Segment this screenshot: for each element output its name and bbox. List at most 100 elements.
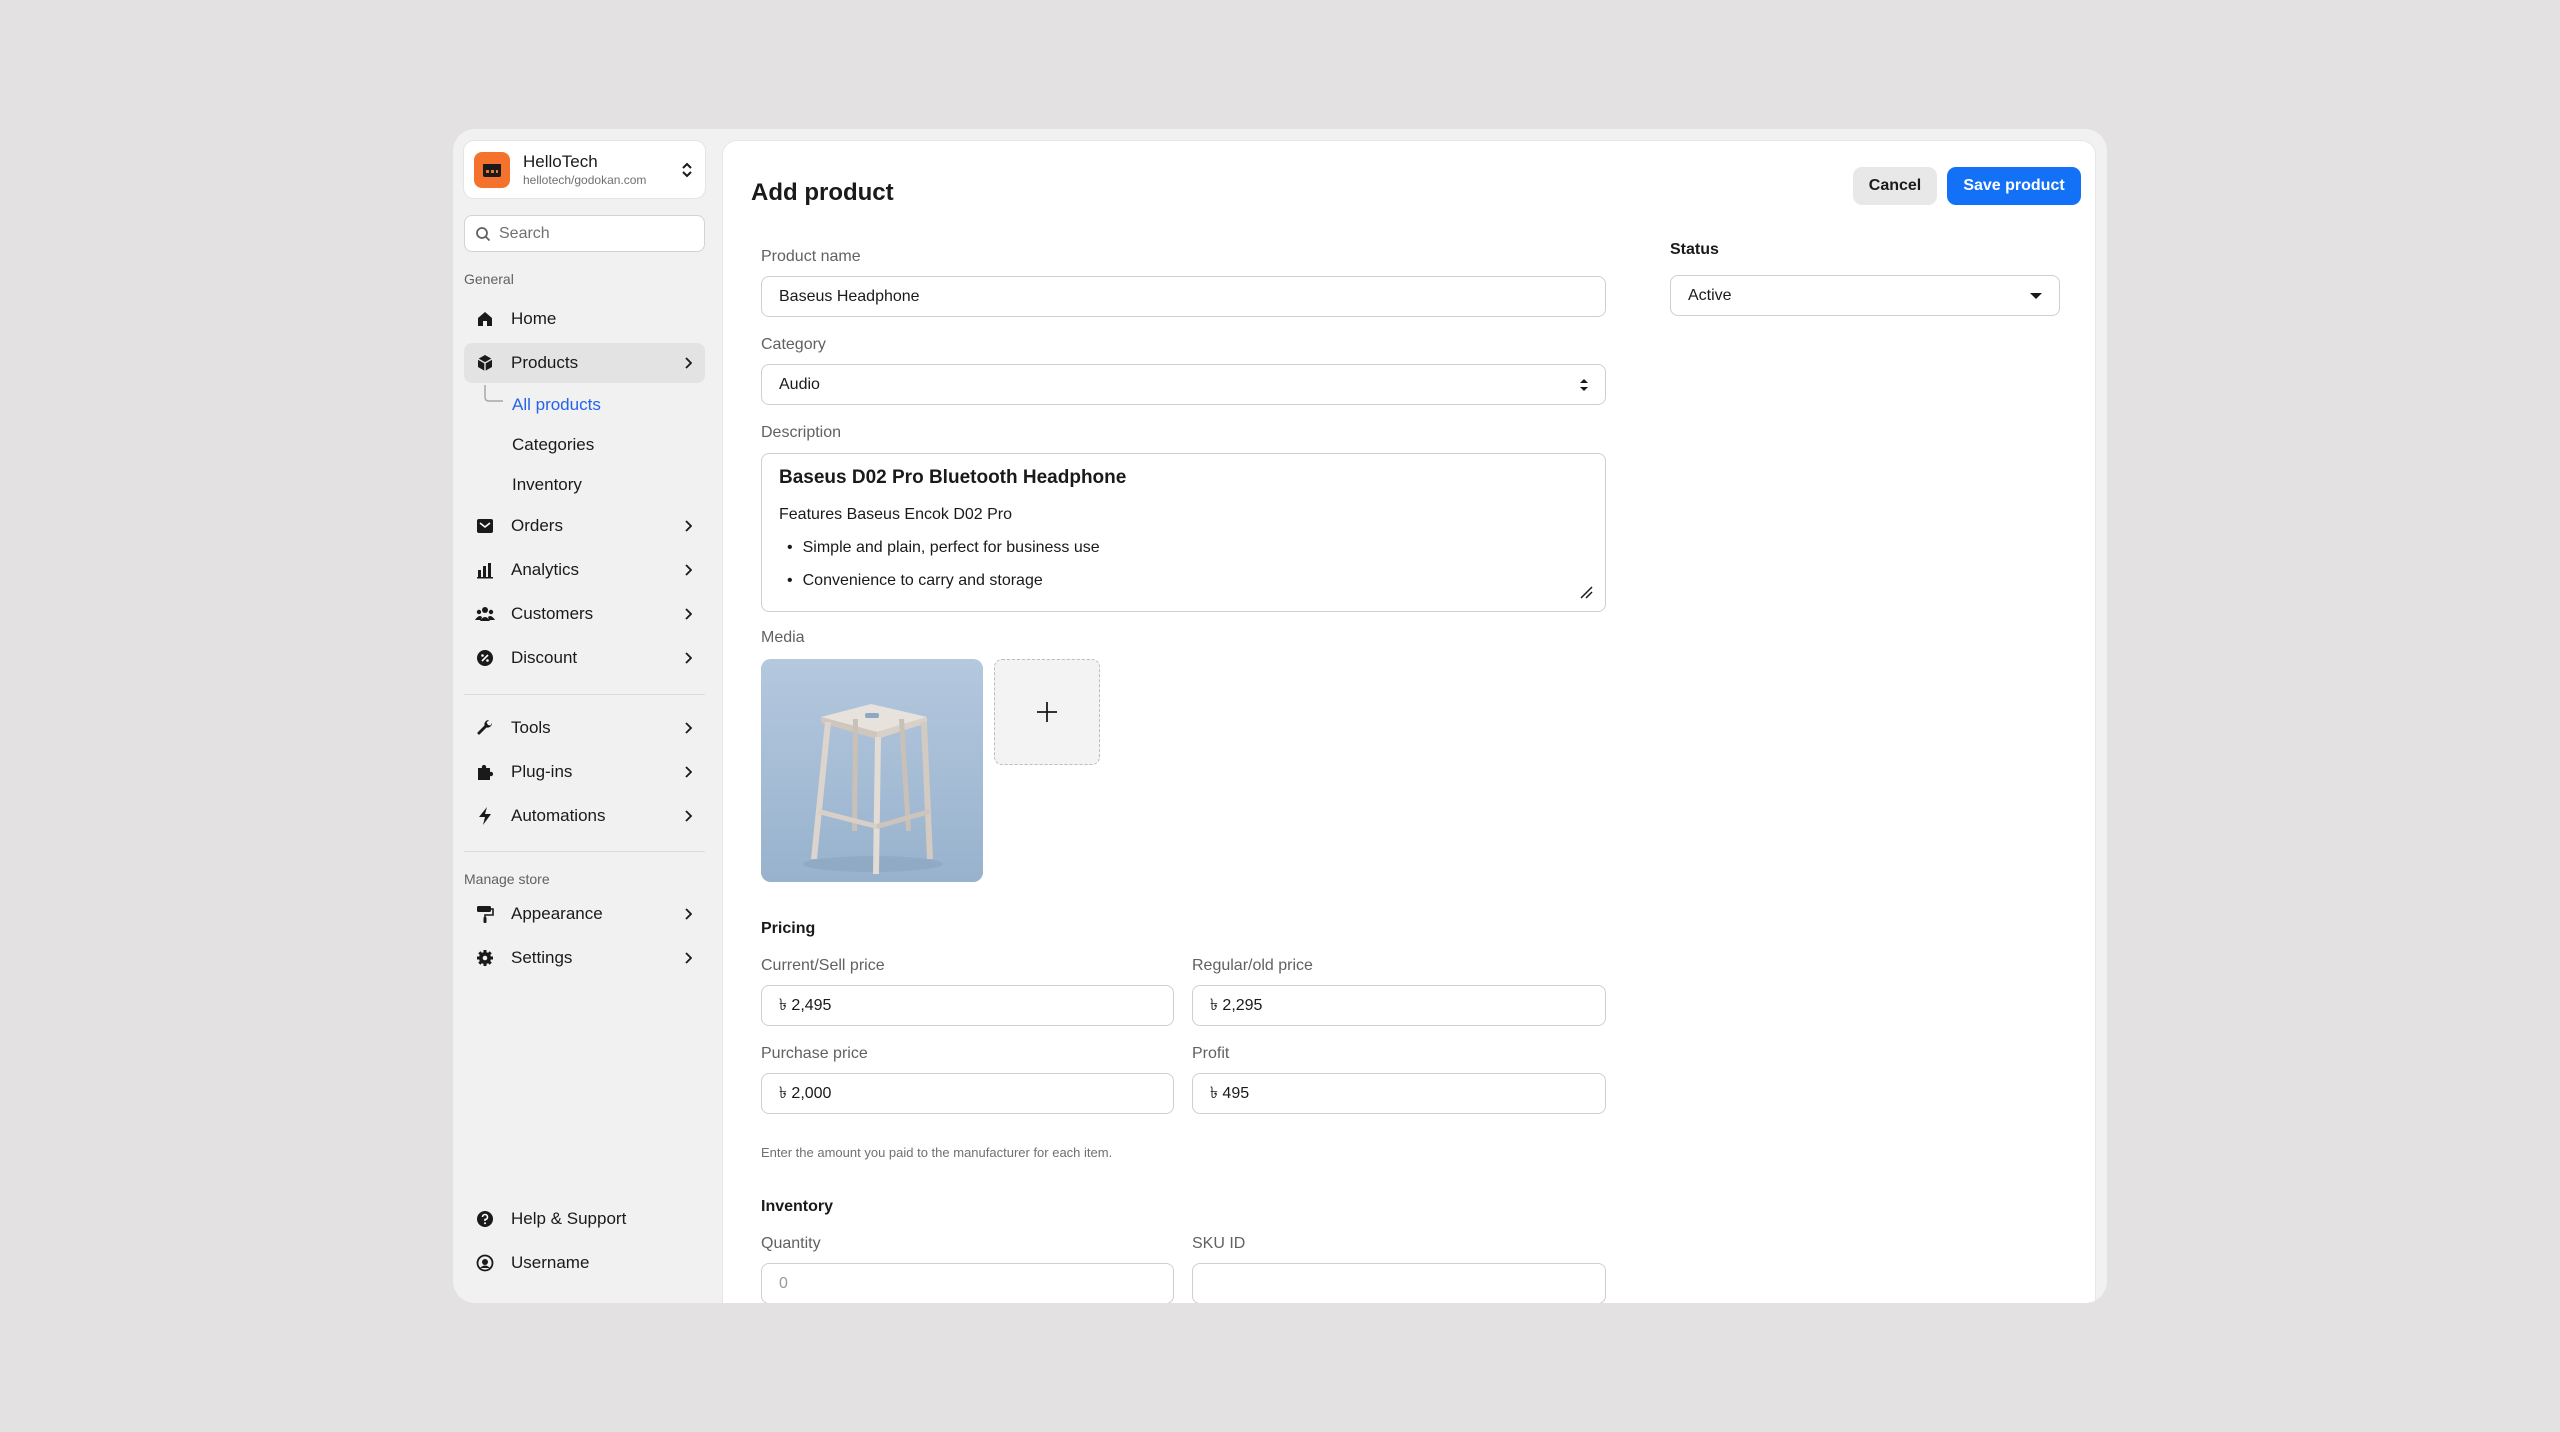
sidebar-item-label: Discount bbox=[511, 648, 578, 667]
store-url: hellotech/godokan.com bbox=[523, 172, 647, 187]
sidebar-item-label: Username bbox=[511, 1253, 590, 1272]
sidebar-item-automations[interactable]: Automations bbox=[464, 796, 705, 836]
user-circle-icon bbox=[474, 1252, 496, 1274]
sidebar-item-orders[interactable]: Orders bbox=[464, 506, 705, 546]
chevron-right-icon bbox=[681, 356, 695, 370]
sidebar-subitem-inventory[interactable]: Inventory bbox=[512, 475, 582, 495]
sidebar-item-customers[interactable]: Customers bbox=[464, 594, 705, 634]
sidebar-item-label: Tools bbox=[511, 718, 551, 737]
section-label-manage-store: Manage store bbox=[464, 871, 550, 887]
category-value: Audio bbox=[779, 375, 820, 393]
purchase-price-value: ৳ 2,000 bbox=[779, 1085, 832, 1102]
sidebar-item-username[interactable]: Username bbox=[464, 1243, 705, 1283]
sidebar-item-label: Appearance bbox=[511, 904, 603, 923]
description-line: Features Baseus Encok D02 Pro bbox=[779, 506, 1013, 523]
sidebar-subitem-all-products[interactable]: All products bbox=[512, 395, 601, 415]
profit-input[interactable]: ৳ 495 bbox=[1192, 1073, 1606, 1114]
pricing-heading: Pricing bbox=[761, 920, 816, 937]
category-label: Category bbox=[761, 336, 826, 353]
inventory-heading: Inventory bbox=[761, 1198, 834, 1215]
product-name-value: Baseus Headphone bbox=[779, 287, 920, 305]
purchase-price-input[interactable]: ৳ 2,000 bbox=[761, 1073, 1174, 1114]
chevron-up-down-icon bbox=[1579, 377, 1589, 393]
help-icon bbox=[474, 1208, 496, 1230]
bar-chart-icon bbox=[474, 559, 496, 581]
quantity-placeholder: 0 bbox=[779, 1274, 788, 1292]
sku-label: SKU ID bbox=[1192, 1235, 1246, 1252]
description-bullet: Simple and plain, perfect for business u… bbox=[779, 531, 1588, 564]
caret-down-icon bbox=[2029, 292, 2043, 300]
sidebar-item-label: Settings bbox=[511, 948, 573, 967]
store-logo-icon bbox=[474, 151, 510, 188]
sidebar-item-analytics[interactable]: Analytics bbox=[464, 550, 705, 590]
description-label: Description bbox=[761, 424, 842, 441]
sidebar-divider bbox=[464, 851, 705, 852]
chevron-right-icon bbox=[681, 607, 695, 621]
search-input[interactable] bbox=[499, 224, 689, 243]
sidebar-subitem-categories[interactable]: Categories bbox=[512, 435, 594, 455]
sell-price-input[interactable]: ৳ 2,495 bbox=[761, 985, 1174, 1026]
sidebar-item-discount[interactable]: Discount bbox=[464, 638, 705, 678]
sidebar-item-label: Customers bbox=[511, 604, 594, 623]
page-title: Add product bbox=[751, 179, 894, 206]
status-label: Status bbox=[1670, 241, 1719, 258]
product-image[interactable] bbox=[761, 659, 983, 882]
sku-input[interactable] bbox=[1192, 1263, 1606, 1303]
wrench-icon bbox=[474, 717, 496, 739]
home-icon bbox=[474, 308, 496, 330]
sell-price-label: Current/Sell price bbox=[761, 957, 885, 974]
sidebar-item-plugins[interactable]: Plug-ins bbox=[464, 752, 705, 792]
chevron-right-icon bbox=[681, 765, 695, 779]
sidebar-item-appearance[interactable]: Appearance bbox=[464, 894, 705, 934]
sidebar-item-label: Plug-ins bbox=[511, 762, 573, 781]
product-name-label: Product name bbox=[761, 248, 861, 265]
description-bullet: Convenience to carry and storage bbox=[779, 564, 1588, 597]
category-select[interactable]: Audio bbox=[761, 364, 1606, 405]
search-box[interactable] bbox=[464, 215, 705, 252]
search-icon bbox=[475, 226, 491, 242]
save-product-button[interactable]: Save product bbox=[1947, 167, 2081, 205]
inbox-icon bbox=[474, 515, 496, 537]
sidebar-item-settings[interactable]: Settings bbox=[464, 938, 705, 978]
gear-icon bbox=[474, 947, 496, 969]
quantity-input[interactable]: 0 bbox=[761, 1263, 1174, 1303]
plus-icon bbox=[1036, 701, 1058, 723]
sidebar-item-label: Home bbox=[511, 309, 557, 328]
sidebar: HelloTech hellotech/godokan.com General … bbox=[453, 129, 723, 1303]
chevron-right-icon bbox=[681, 907, 695, 921]
main-panel: Add product Cancel Save product Product … bbox=[723, 141, 2095, 1303]
sell-price-value: ৳ 2,495 bbox=[779, 997, 832, 1014]
paint-roller-icon bbox=[474, 903, 496, 925]
profit-value: ৳ 495 bbox=[1210, 1085, 1250, 1102]
sidebar-item-help-support[interactable]: Help & Support bbox=[464, 1199, 705, 1239]
description-editor[interactable]: Baseus D02 Pro Bluetooth Headphone Featu… bbox=[761, 453, 1606, 612]
add-media-button[interactable] bbox=[994, 659, 1100, 765]
sidebar-item-home[interactable]: Home bbox=[464, 299, 705, 339]
sidebar-item-tools[interactable]: Tools bbox=[464, 708, 705, 748]
resize-handle-icon[interactable] bbox=[1579, 585, 1593, 599]
store-name: HelloTech bbox=[523, 151, 598, 171]
status-value: Active bbox=[1688, 286, 1732, 304]
stool-image bbox=[761, 659, 983, 882]
tree-branch-icon bbox=[483, 385, 505, 412]
chevron-right-icon bbox=[681, 651, 695, 665]
purchase-price-helper: Enter the amount you paid to the manufac… bbox=[761, 1145, 1113, 1160]
quantity-label: Quantity bbox=[761, 1235, 821, 1252]
cancel-button[interactable]: Cancel bbox=[1853, 167, 1937, 205]
store-switcher[interactable]: HelloTech hellotech/godokan.com bbox=[464, 141, 705, 198]
status-select[interactable]: Active bbox=[1670, 275, 2060, 316]
chevron-right-icon bbox=[681, 721, 695, 735]
chevron-right-icon bbox=[681, 809, 695, 823]
sidebar-item-label: Products bbox=[511, 353, 579, 372]
discount-icon bbox=[474, 647, 496, 669]
product-name-input[interactable]: Baseus Headphone bbox=[761, 276, 1606, 317]
description-title: Baseus D02 Pro Bluetooth Headphone bbox=[779, 467, 1127, 488]
app-window: HelloTech hellotech/godokan.com General … bbox=[453, 129, 2107, 1303]
regular-price-input[interactable]: ৳ 2,295 bbox=[1192, 985, 1606, 1026]
regular-price-label: Regular/old price bbox=[1192, 957, 1313, 974]
chevron-right-icon bbox=[681, 519, 695, 533]
sidebar-item-products[interactable]: Products bbox=[464, 343, 705, 383]
chevron-right-icon bbox=[681, 951, 695, 965]
sidebar-item-label: Help & Support bbox=[511, 1209, 627, 1228]
users-icon bbox=[474, 603, 496, 625]
